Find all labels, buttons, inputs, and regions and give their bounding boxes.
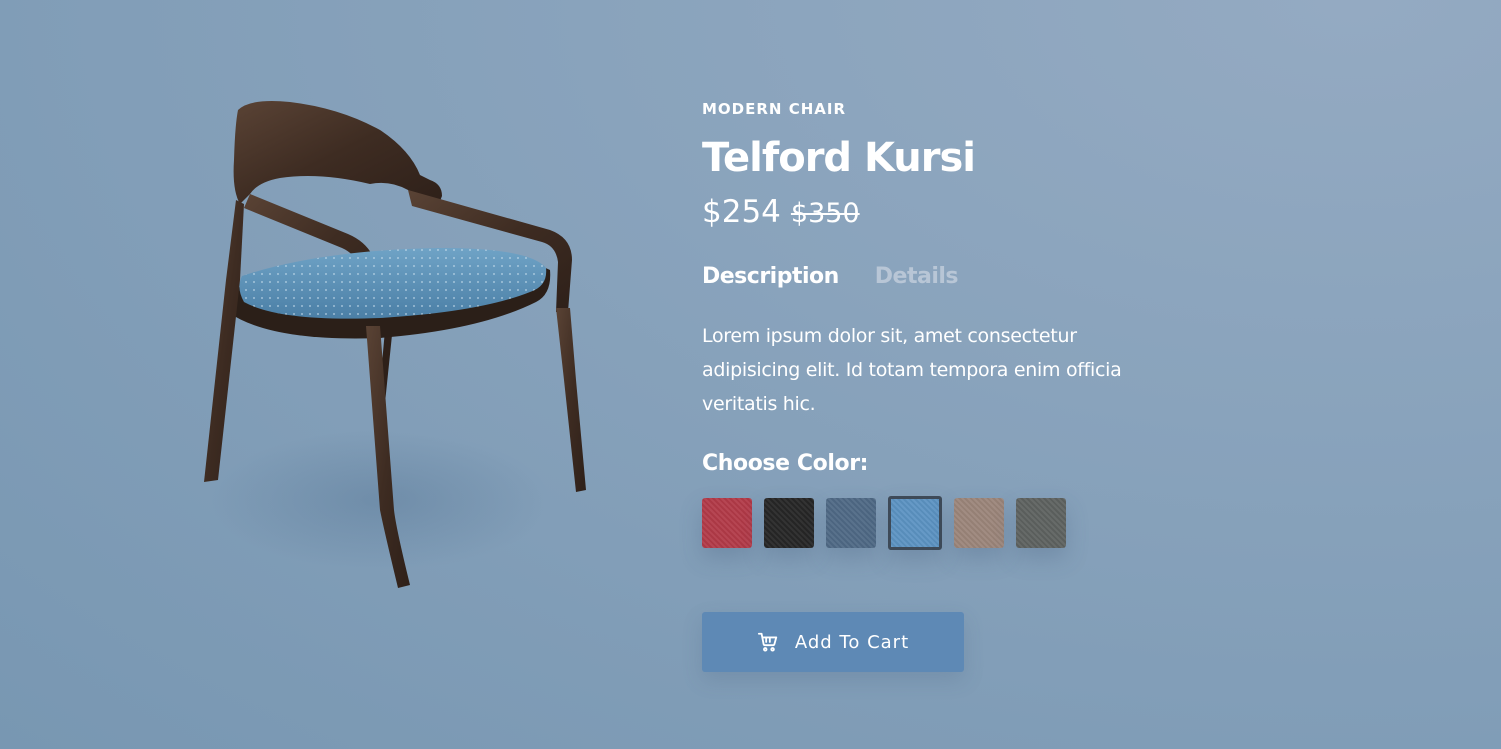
color-swatch-light-blue[interactable] bbox=[888, 496, 942, 550]
add-to-cart-button[interactable]: Add To Cart bbox=[702, 612, 964, 672]
color-swatch-beige[interactable] bbox=[954, 498, 1004, 548]
color-swatches bbox=[702, 496, 1162, 550]
chair-image bbox=[180, 80, 620, 620]
color-swatch-black[interactable] bbox=[764, 498, 814, 548]
product-title: Telford Kursi bbox=[702, 135, 976, 181]
product-category: MODERN CHAIR bbox=[702, 100, 847, 118]
current-price: $254 bbox=[702, 194, 781, 230]
info-tabs: Description Details bbox=[702, 264, 1162, 289]
tab-description[interactable]: Description bbox=[702, 264, 839, 289]
add-to-cart-label: Add To Cart bbox=[794, 631, 910, 653]
color-swatch-gray[interactable] bbox=[1016, 498, 1066, 548]
cart-icon bbox=[757, 632, 778, 652]
tab-details[interactable]: Details bbox=[875, 264, 959, 289]
original-price: $350 bbox=[790, 198, 860, 229]
color-swatch-denim[interactable] bbox=[826, 498, 876, 548]
product-info: MODERN CHAIR Telford Kursi $254 $350 Des… bbox=[702, 96, 1162, 672]
color-swatch-red[interactable] bbox=[702, 498, 752, 548]
color-picker-label: Choose Color: bbox=[702, 451, 869, 476]
price-row: $254 $350 bbox=[702, 194, 1162, 234]
product-page: MODERN CHAIR Telford Kursi $254 $350 Des… bbox=[0, 0, 1501, 749]
product-description: Lorem ipsum dolor sit, amet consectetur … bbox=[702, 325, 1122, 415]
